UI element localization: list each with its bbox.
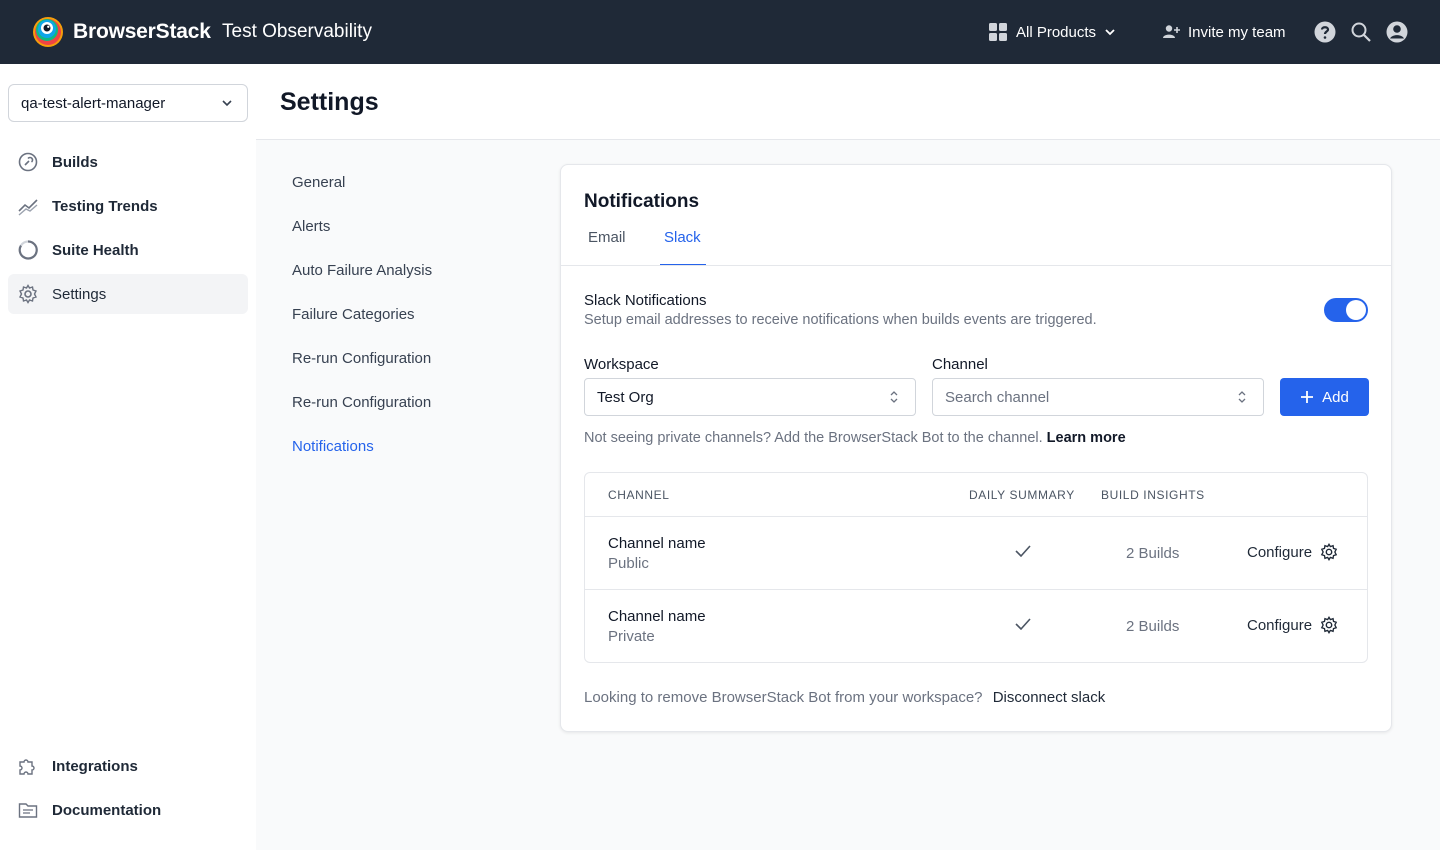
row-divider <box>585 516 1367 517</box>
workspace-label: Workspace <box>584 356 659 373</box>
configure-button[interactable]: Configure <box>1247 616 1338 634</box>
row-divider <box>585 589 1367 590</box>
page-title: Settings <box>280 88 379 116</box>
workspace-value: Test Org <box>597 388 654 406</box>
all-products-menu[interactable]: All Products <box>988 0 1116 64</box>
channel-type: Private <box>608 628 655 645</box>
sort-arrows-icon <box>890 391 898 403</box>
sidebar-item-settings[interactable]: Settings <box>8 274 248 314</box>
chevron-down-icon <box>222 100 232 107</box>
sort-arrows-icon <box>1238 391 1246 403</box>
settings-nav-rerun-configuration[interactable]: Re-run Configuration <box>292 350 431 367</box>
sidebar-item-label: Integrations <box>52 757 138 775</box>
channel-type: Public <box>608 555 649 572</box>
invite-label: Invite my team <box>1188 23 1286 41</box>
notifications-card: Notifications Email Slack Slack Notifica… <box>560 164 1392 732</box>
settings-nav-alerts[interactable]: Alerts <box>292 218 330 235</box>
top-bar: BrowserStack Test Observability All Prod… <box>0 0 1440 64</box>
user-avatar-icon[interactable] <box>1385 20 1409 44</box>
gear-icon <box>19 284 37 304</box>
channel-name: Channel name <box>608 608 706 625</box>
invite-team-button[interactable]: Invite my team <box>1162 0 1286 64</box>
product-name: Test Observability <box>222 21 372 42</box>
gear-icon <box>1320 616 1338 634</box>
project-select[interactable]: qa-test-alert-manager <box>8 84 248 122</box>
build-insights-value: 2 Builds <box>1126 545 1180 562</box>
suite-health-icon <box>18 240 38 260</box>
gear-icon <box>1320 543 1338 561</box>
settings-nav-failure-categories[interactable]: Failure Categories <box>292 306 415 323</box>
settings-nav-general[interactable]: General <box>292 174 345 191</box>
help-icon[interactable] <box>1313 20 1337 44</box>
add-channel-button[interactable]: Add <box>1280 378 1369 416</box>
sidebar-item-label: Builds <box>52 153 98 171</box>
chevron-down-icon <box>1105 29 1115 36</box>
sidebar-item-suite-health[interactable]: Suite Health <box>8 230 248 270</box>
toggle-knob <box>1346 300 1366 320</box>
learn-more-link[interactable]: Learn more <box>1047 430 1126 446</box>
disconnect-slack-link[interactable]: Disconnect slack <box>993 689 1106 706</box>
sidebar-item-testing-trends[interactable]: Testing Trends <box>8 186 248 226</box>
sidebar-item-builds[interactable]: Builds <box>8 142 248 182</box>
page-header: Settings <box>256 64 1440 140</box>
sidebar-item-label: Testing Trends <box>52 197 158 215</box>
sidebar-item-label: Settings <box>52 285 107 303</box>
trends-icon <box>18 199 38 216</box>
add-user-icon <box>1163 25 1180 38</box>
sidebar-item-label: Documentation <box>52 801 162 819</box>
settings-nav-rerun-configuration-2[interactable]: Re-run Configuration <box>292 394 431 411</box>
sidebar-item-documentation[interactable]: Documentation <box>8 790 248 830</box>
settings-nav-notifications[interactable]: Notifications <box>292 438 374 455</box>
search-icon[interactable] <box>1349 20 1373 44</box>
channel-placeholder: Search channel <box>945 388 1050 406</box>
divider <box>561 265 1391 266</box>
folder-icon <box>18 803 38 818</box>
slack-notifications-title: Slack Notifications <box>584 292 707 309</box>
private-channels-hint: Not seeing private channels? Add the Bro… <box>584 430 1126 446</box>
checkmark-icon <box>1015 618 1031 630</box>
column-header-build-insights: BUILD INSIGHTS <box>1101 488 1205 502</box>
configure-label: Configure <box>1247 616 1313 634</box>
channel-search-select[interactable]: Search channel <box>932 378 1264 416</box>
sidebar: qa-test-alert-manager Builds Testing Tre… <box>0 64 256 850</box>
sidebar-item-integrations[interactable]: Integrations <box>8 746 248 786</box>
channel-name: Channel name <box>608 535 706 552</box>
slack-notifications-toggle[interactable] <box>1324 298 1368 322</box>
channels-table: CHANNEL DAILY SUMMARY BUILD INSIGHTS Cha… <box>584 472 1368 663</box>
add-label: Add <box>1322 388 1349 406</box>
column-header-channel: CHANNEL <box>608 488 670 502</box>
hint-text: Not seeing private channels? Add the Bro… <box>584 430 1043 446</box>
all-products-label: All Products <box>1016 23 1097 41</box>
plus-icon <box>1301 391 1314 403</box>
project-name: qa-test-alert-manager <box>21 94 166 112</box>
tab-email[interactable]: Email <box>588 229 626 246</box>
builds-icon <box>18 152 38 172</box>
browserstack-logo-icon[interactable] <box>32 16 64 48</box>
build-insights-value: 2 Builds <box>1126 618 1180 635</box>
sidebar-item-label: Suite Health <box>52 241 139 259</box>
settings-nav-auto-failure-analysis[interactable]: Auto Failure Analysis <box>292 262 432 279</box>
checkmark-icon <box>1015 545 1031 557</box>
column-header-daily-summary: DAILY SUMMARY <box>969 488 1075 502</box>
tab-slack[interactable]: Slack <box>664 229 701 246</box>
configure-button[interactable]: Configure <box>1247 543 1338 561</box>
channel-label: Channel <box>932 356 988 373</box>
card-title: Notifications <box>584 191 700 212</box>
configure-label: Configure <box>1247 543 1313 561</box>
brand-name: BrowserStack <box>73 20 211 43</box>
grid-icon <box>989 23 1007 41</box>
footer-text: Looking to remove BrowserStack Bot from … <box>584 689 983 706</box>
puzzle-icon <box>19 759 35 775</box>
workspace-select[interactable]: Test Org <box>584 378 916 416</box>
disconnect-footer: Looking to remove BrowserStack Bot from … <box>584 689 1105 706</box>
slack-notifications-description: Setup email addresses to receive notific… <box>584 312 1097 328</box>
